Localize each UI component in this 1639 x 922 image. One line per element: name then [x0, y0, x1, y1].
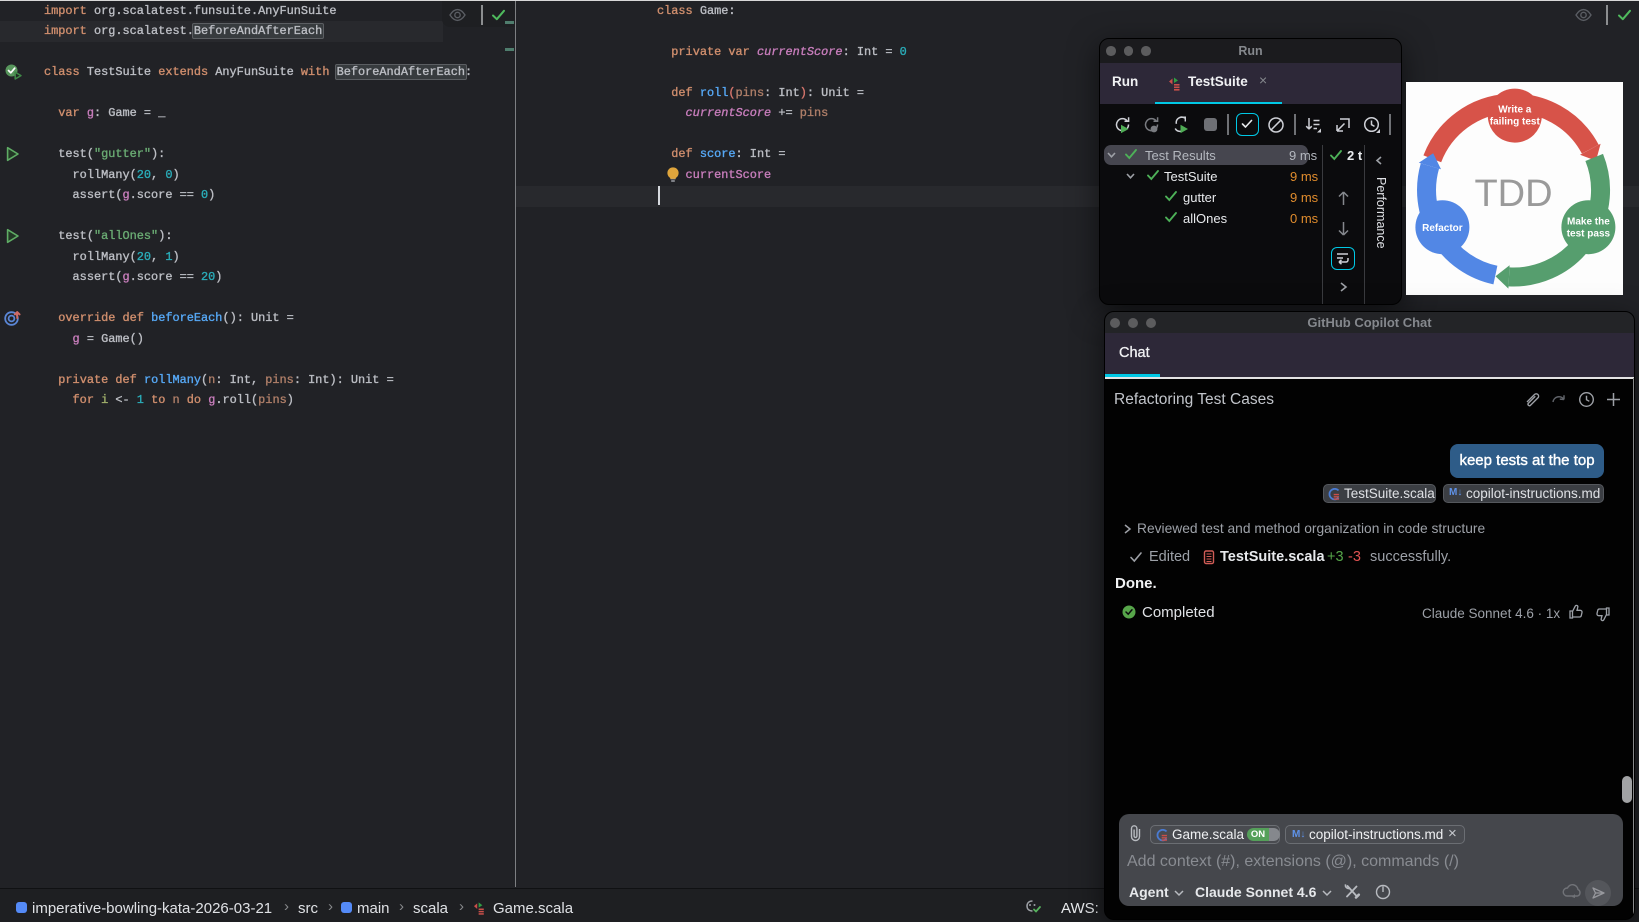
svg-text:Refactor: Refactor — [1422, 223, 1463, 234]
svg-text:TDD: TDD — [1474, 173, 1552, 215]
svg-text:failing test: failing test — [1490, 117, 1541, 128]
svg-text:Write a: Write a — [1498, 105, 1532, 116]
svg-text:test pass: test pass — [1567, 229, 1611, 240]
svg-text:Make the: Make the — [1567, 217, 1610, 228]
